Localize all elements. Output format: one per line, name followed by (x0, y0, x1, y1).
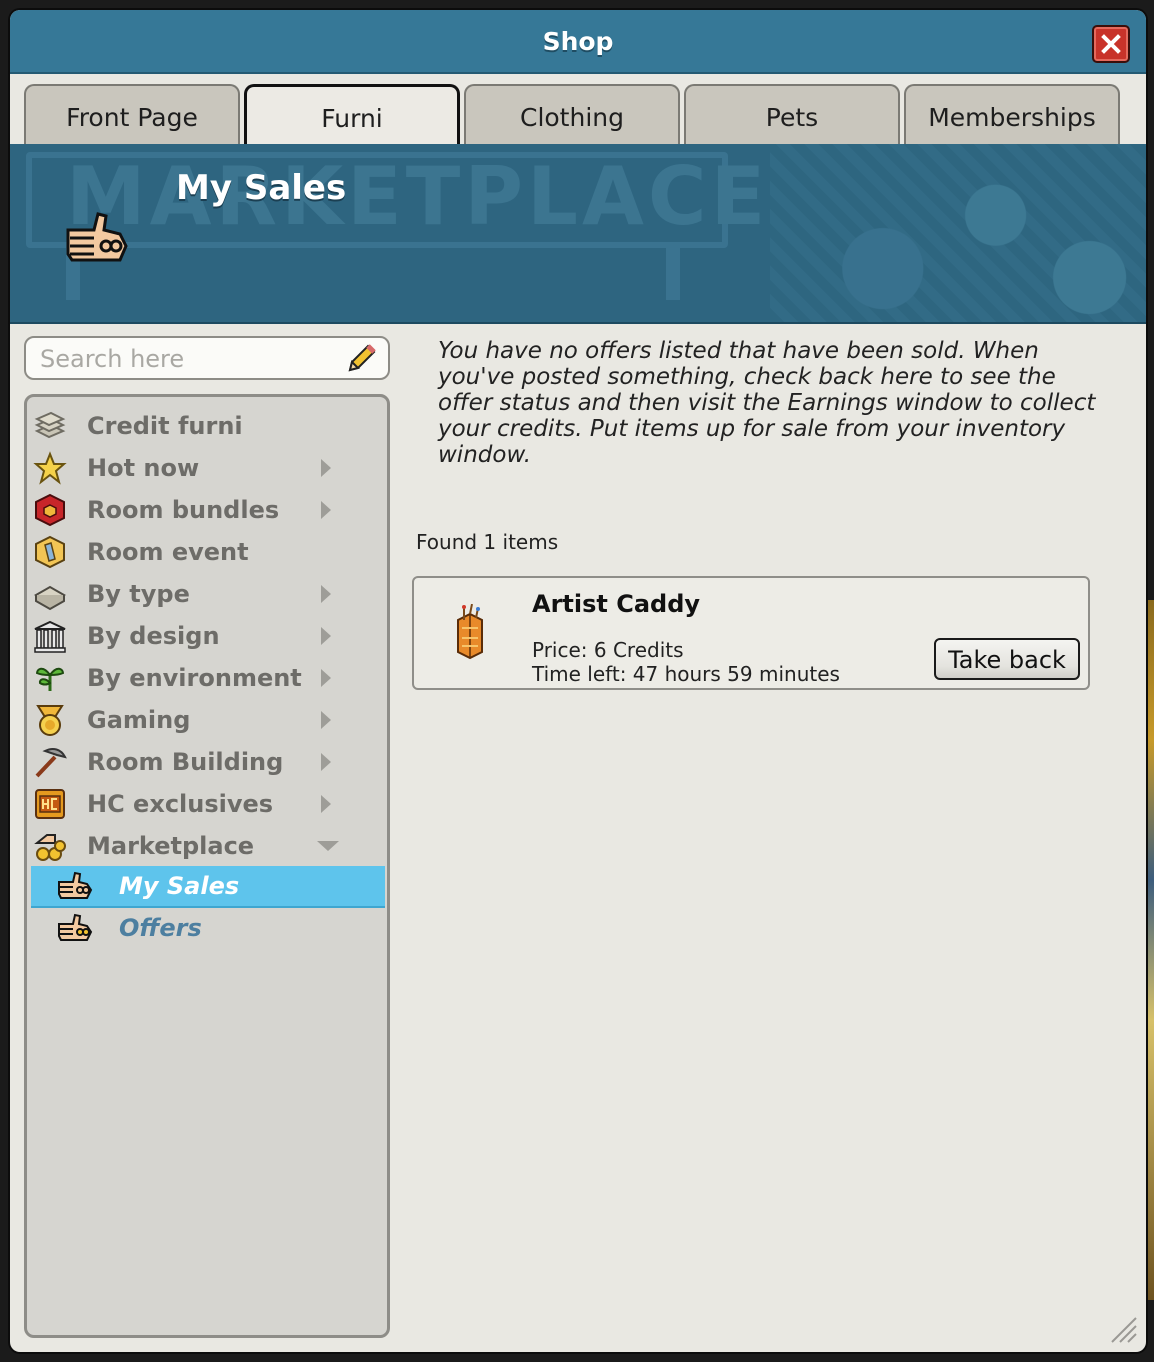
catalog-item-label: Room bundles (87, 496, 280, 524)
catalog-item-label: Room event (87, 538, 249, 566)
catalog-item-label: Marketplace (87, 832, 255, 860)
hc-icon (35, 789, 65, 819)
chevron-right-icon (321, 459, 331, 477)
medal-icon (36, 705, 64, 736)
search-input[interactable] (38, 342, 342, 376)
catalog-subitem-my-sales[interactable]: My Sales (31, 866, 385, 908)
catalog-item-gaming[interactable]: Gaming (27, 699, 387, 741)
chevron-right-icon (321, 753, 331, 771)
catalog-item-marketplace[interactable]: Marketplace (27, 825, 387, 867)
catalog-item-label: Hot now (87, 454, 200, 482)
window-title: Shop (542, 27, 614, 56)
banner-sign-pole (666, 244, 680, 300)
catalog-item-room-bundles[interactable]: Room bundles (27, 489, 387, 531)
take-back-button[interactable]: Take back (934, 638, 1080, 680)
catalog-item-hc-exclusives[interactable]: HC exclusives (27, 783, 387, 825)
catalog-item-by-design[interactable]: By design (27, 615, 387, 657)
resize-grip-icon[interactable] (1106, 1312, 1140, 1346)
tab-front-page[interactable]: Front Page (24, 84, 240, 144)
tab-pets[interactable]: Pets (684, 84, 900, 144)
credit-furni-icon (34, 411, 66, 439)
catalog-item-label: By type (87, 580, 190, 608)
shop-window: Shop Front Page Furni Clothing Pets Memb… (10, 10, 1146, 1352)
info-message: You have no offers listed that have been… (438, 338, 1096, 468)
by-design-icon (34, 620, 66, 653)
tab-bar: Front Page Furni Clothing Pets Membershi… (10, 74, 1146, 146)
offer-name: Artist Caddy (532, 590, 701, 618)
catalog-item-by-type[interactable]: By type (27, 573, 387, 615)
catalog-item-by-environment[interactable]: By environment (27, 657, 387, 699)
catalog-item-label: Credit furni (87, 412, 243, 440)
by-type-icon (33, 585, 67, 611)
pickaxe-icon (35, 748, 67, 778)
tab-furni[interactable]: Furni (244, 84, 460, 146)
catalog-item-label: HC exclusives (87, 790, 274, 818)
artist-caddy-icon (457, 604, 483, 660)
pencil-icon[interactable] (344, 342, 378, 376)
catalog-item-room-event[interactable]: Room event (27, 531, 387, 573)
catalog-navigation: Credit furni Hot now Room bundles Room e… (24, 394, 390, 1338)
chevron-right-icon (321, 669, 331, 687)
chevron-right-icon (321, 795, 331, 813)
star-icon (33, 451, 67, 485)
plant-icon (35, 667, 65, 691)
catalog-subitem-label: Offers (119, 914, 202, 942)
room-bundle-icon (35, 493, 65, 527)
tab-clothing[interactable]: Clothing (464, 84, 680, 144)
page-banner: MARKETPLACE My Sales (10, 144, 1146, 324)
banner-decoration (770, 144, 1146, 322)
chevron-right-icon (321, 501, 331, 519)
pointing-hand-icon (58, 913, 93, 941)
offer-price: Price: 6 Credits (532, 638, 684, 662)
offer-card: Artist Caddy Price: 6 Credits Time left:… (412, 576, 1090, 690)
catalog-subitem-offers[interactable]: Offers (31, 908, 385, 948)
catalog-item-credit-furni[interactable]: Credit furni (27, 405, 387, 447)
catalog-item-room-building[interactable]: Room Building (27, 741, 387, 783)
chevron-right-icon (321, 711, 331, 729)
pointing-hand-icon (58, 871, 93, 899)
title-bar[interactable]: Shop (10, 10, 1146, 74)
close-icon (1101, 34, 1121, 54)
close-button[interactable] (1092, 25, 1130, 63)
chevron-right-icon (321, 585, 331, 603)
results-count: Found 1 items (416, 530, 559, 554)
chevron-right-icon (321, 627, 331, 645)
catalog-item-label: Room Building (87, 748, 284, 776)
catalog-item-hot-now[interactable]: Hot now (27, 447, 387, 489)
pointing-hand-icon (66, 212, 128, 262)
catalog-item-label: By design (87, 622, 220, 650)
tab-memberships[interactable]: Memberships (904, 84, 1120, 144)
search-box (24, 336, 390, 380)
room-event-icon (35, 535, 65, 569)
banner-background-text: MARKETPLACE (66, 150, 770, 243)
catalog-item-label: Gaming (87, 706, 191, 734)
chevron-down-icon (317, 841, 339, 851)
catalog-subitem-label: My Sales (119, 872, 240, 900)
page-title: My Sales (176, 168, 347, 208)
offer-time-left: Time left: 47 hours 59 minutes (532, 662, 840, 686)
catalog-item-label: By environment (87, 664, 302, 692)
marketplace-icon (34, 834, 66, 861)
